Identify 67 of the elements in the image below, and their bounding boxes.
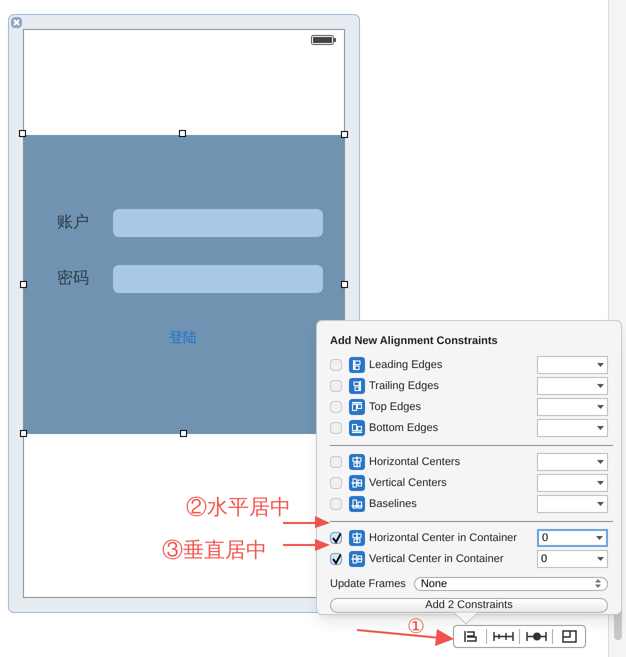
caret-icon bbox=[597, 363, 604, 367]
checkbox[interactable] bbox=[330, 456, 342, 468]
close-icon[interactable] bbox=[11, 17, 22, 28]
constraint-label: Vertical Centers bbox=[369, 476, 447, 491]
alignment-icon bbox=[349, 551, 365, 567]
alignment-icon bbox=[349, 357, 365, 373]
checkbox[interactable] bbox=[330, 532, 342, 544]
caret-icon bbox=[597, 481, 604, 485]
caret-icon bbox=[597, 426, 604, 430]
annotation-text: ③垂直居中 bbox=[162, 538, 267, 564]
constant-dropdown[interactable] bbox=[537, 398, 608, 416]
resize-handle[interactable] bbox=[20, 430, 27, 437]
annotation-text: ① bbox=[407, 615, 425, 639]
constant-dropdown[interactable] bbox=[537, 474, 608, 492]
resize-handle[interactable] bbox=[179, 130, 186, 137]
constraint-label: Leading Edges bbox=[369, 358, 442, 373]
constraint-label: Horizontal Centers bbox=[369, 454, 460, 470]
arrow bbox=[283, 515, 331, 529]
resize-handle[interactable] bbox=[341, 281, 348, 288]
constraint-label: Top Edges bbox=[369, 400, 421, 415]
resize-handle[interactable] bbox=[341, 131, 348, 138]
annotation-text: ②水平居中 bbox=[186, 495, 291, 521]
stepper-icon bbox=[595, 579, 601, 588]
resize-handle[interactable] bbox=[180, 430, 187, 437]
constraint-label: Bottom Edges bbox=[369, 420, 438, 436]
constant-dropdown[interactable]: 0 bbox=[537, 529, 608, 547]
field-label: 密码 bbox=[57, 268, 90, 289]
caret-icon bbox=[597, 405, 604, 409]
constraint-label: Baselines bbox=[369, 496, 417, 512]
resize-handle[interactable] bbox=[20, 281, 27, 288]
update-frames-dropdown[interactable]: None bbox=[414, 576, 608, 591]
constant-dropdown[interactable] bbox=[537, 356, 608, 374]
caret-icon bbox=[596, 536, 603, 540]
popover-title: Add New Alignment Constraints bbox=[330, 334, 499, 349]
checkbox[interactable] bbox=[330, 553, 342, 565]
alignment-icon bbox=[349, 420, 365, 436]
caret-icon bbox=[597, 502, 604, 506]
caret-icon bbox=[597, 460, 604, 464]
constraint-label: Trailing Edges bbox=[369, 378, 439, 394]
alignment-icon bbox=[349, 475, 365, 491]
alignment-icon bbox=[349, 378, 365, 394]
battery-icon bbox=[311, 35, 336, 45]
alignment-icon bbox=[349, 399, 365, 415]
constant-dropdown[interactable]: 0 bbox=[537, 550, 608, 568]
checkbox[interactable] bbox=[330, 498, 342, 510]
checkbox[interactable] bbox=[330, 422, 342, 434]
update-frames-label: Update Frames bbox=[330, 576, 406, 592]
input-field[interactable] bbox=[113, 209, 323, 237]
checkbox[interactable] bbox=[330, 380, 342, 392]
caret-icon bbox=[597, 384, 604, 388]
constant-dropdown[interactable] bbox=[537, 377, 608, 395]
field-label: 账户 bbox=[57, 212, 90, 233]
constant-dropdown[interactable] bbox=[537, 495, 608, 513]
checkbox[interactable] bbox=[330, 477, 342, 489]
constraint-label: Horizontal Center in Container bbox=[369, 530, 517, 546]
arrow bbox=[283, 539, 331, 553]
caret-icon bbox=[597, 557, 604, 561]
constant-dropdown[interactable] bbox=[537, 419, 608, 437]
alignment-icon bbox=[349, 454, 365, 470]
constant-dropdown[interactable] bbox=[537, 453, 608, 471]
checkbox[interactable] bbox=[330, 359, 342, 371]
alignment-icon bbox=[349, 530, 365, 546]
checkbox[interactable] bbox=[330, 401, 342, 413]
input-field[interactable] bbox=[113, 265, 323, 293]
constraint-label: Vertical Center in Container bbox=[369, 552, 504, 567]
add-constraints-button[interactable]: Add 2 Constraints bbox=[330, 598, 608, 613]
alignment-icon bbox=[349, 496, 365, 512]
